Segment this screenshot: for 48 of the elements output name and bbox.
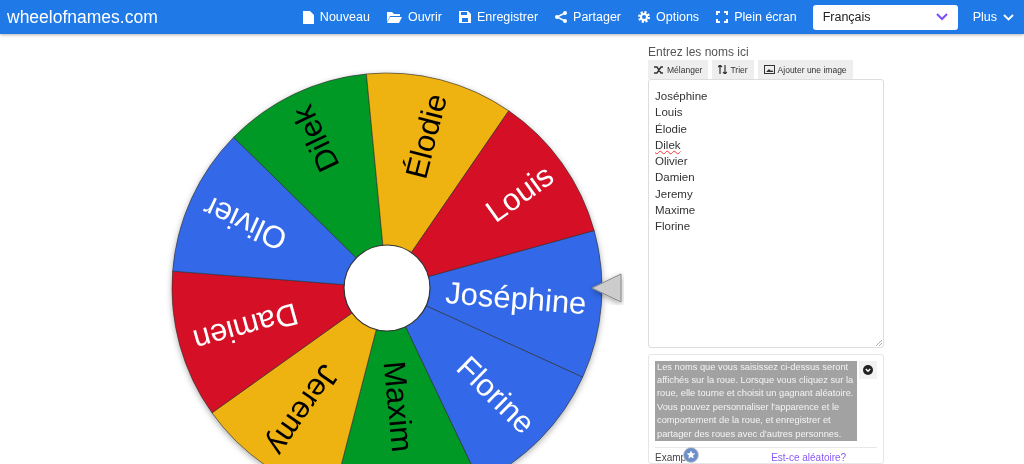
wheel-hub[interactable] — [343, 244, 431, 332]
name-entry: Jeremy — [655, 187, 693, 200]
floppy-icon — [458, 11, 471, 23]
tool-button[interactable]: Ajouter une image — [757, 60, 853, 79]
wheel-label: Joséphine — [444, 275, 588, 322]
wheel-label: Maxim — [376, 359, 421, 454]
info-paragraph: Les noms que vous saisissez ci-dessus seront affichés sur la roue. Lorsque vous cliquez sur la roue, elle tourne et choisit un gagnant aléatoire. Vous pouvez personnaliser l'apparence et le comportement de la roue, et enregistrer et partager des roues avec d'autres personnes. — [655, 360, 857, 441]
share-icon — [555, 11, 568, 23]
wheel-label: Dilek — [285, 99, 347, 178]
menu-button[interactable]: Partager — [555, 10, 622, 24]
menu-button[interactable]: Plein écran — [716, 10, 797, 24]
menu-button[interactable]: Options — [638, 10, 700, 24]
name-entry: Joséphine — [655, 90, 708, 102]
sort-icon — [718, 65, 728, 74]
name-entry: Élodie — [655, 122, 687, 135]
wheel-label: Olivier — [197, 189, 293, 258]
tool-button[interactable]: Trier — [712, 60, 754, 79]
pointer-icon — [591, 273, 622, 303]
folder-icon — [386, 11, 402, 23]
wheel-label: Élodie — [398, 90, 454, 183]
name-entry: Florine — [655, 220, 691, 233]
wheel-label: Damien — [189, 296, 302, 359]
entries-title: Entrez les noms ici — [648, 45, 750, 59]
site-logo[interactable]: wheelofnames.com — [7, 6, 158, 28]
menu-button[interactable]: Ouvrir — [386, 10, 442, 24]
tool-button[interactable]: Mélanger — [648, 60, 709, 79]
chevron-down-icon — [863, 364, 873, 375]
randomness-link[interactable]: Est-ce aléatoire? — [771, 452, 847, 463]
shuffle-icon — [654, 65, 664, 74]
more-button[interactable]: Plus — [972, 10, 1014, 24]
resize-grip-icon[interactable] — [876, 339, 882, 346]
name-entry: Dilek — [655, 138, 681, 151]
menu-button[interactable]: Enregistrer — [458, 10, 539, 24]
chevron-icon — [1003, 13, 1014, 21]
fullscreen-icon — [716, 11, 729, 23]
examples-tab[interactable]: Examp — [655, 452, 687, 463]
image-icon — [763, 65, 775, 74]
language-select[interactable]: Français — [812, 4, 958, 30]
name-entry: Maxime — [655, 204, 696, 217]
name-entry: Damien — [655, 171, 695, 184]
file-icon — [302, 10, 314, 24]
name-entry: Louis — [655, 106, 683, 119]
names-textarea[interactable]: Joséphine Louis Élodie Dilek Olivier Damien Jeremy Maxime Florine — [648, 79, 884, 348]
menu-button[interactable]: Nouveau — [302, 10, 370, 24]
collapse-button[interactable] — [859, 360, 877, 379]
chevron-icon — [935, 13, 948, 21]
gear-icon — [638, 11, 651, 23]
name-entry: Olivier — [655, 155, 688, 168]
